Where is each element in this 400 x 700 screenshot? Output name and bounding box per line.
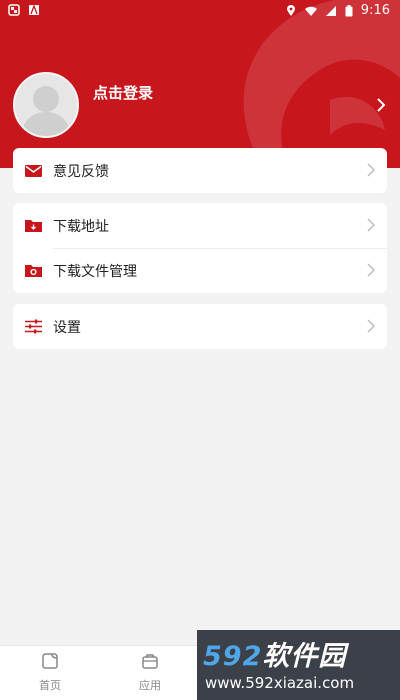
settings-card: 设置 (13, 304, 387, 349)
chevron-right-icon[interactable] (376, 97, 386, 113)
site-watermark: 592软件园 www.592xiazai.com (197, 630, 400, 700)
location-icon (286, 4, 295, 16)
menu-item-settings[interactable]: 设置 (13, 304, 387, 349)
profile-header: 点击登录 (0, 0, 400, 168)
login-link[interactable]: 点击登录 (93, 82, 153, 103)
app-bag-icon (142, 654, 158, 669)
signal-icon (325, 5, 336, 16)
watermark-url: www.592xiazai.com (205, 674, 355, 692)
menu-label-download-manager: 下载文件管理 (53, 263, 137, 280)
app-icon (8, 4, 20, 16)
menu-item-download-manager[interactable]: 下载文件管理 (13, 248, 387, 293)
chevron-right-icon (367, 163, 375, 177)
menu-item-download-address[interactable]: 下载地址 (13, 203, 387, 249)
watermark-logo-text: 软件园 (262, 641, 347, 672)
logo-watermark-graphic (243, 0, 400, 168)
default-user-icon (21, 86, 71, 136)
watermark-logo: 592软件园 (203, 634, 346, 673)
menu-label-feedback: 意见反馈 (53, 163, 109, 180)
menu-item-feedback[interactable]: 意见反馈 (13, 148, 387, 193)
chevron-right-icon (367, 319, 375, 333)
download-card: 下载地址 下载文件管理 (13, 203, 387, 293)
home-icon (42, 653, 58, 669)
menu-label-download-address: 下载地址 (53, 218, 109, 235)
chevron-right-icon (367, 263, 375, 277)
tab-home-label: 首页 (39, 679, 61, 692)
avatar[interactable] (13, 72, 79, 138)
watermark-logo-number: 592 (203, 641, 263, 672)
battery-icon (345, 4, 353, 16)
tab-home[interactable]: 首页 (20, 652, 80, 693)
font-icon (29, 4, 39, 15)
menu-label-settings: 设置 (53, 319, 81, 336)
status-bar: 9:16 (0, 0, 400, 22)
chevron-right-icon (367, 218, 375, 232)
wifi-icon (304, 6, 317, 16)
folder-download-icon (25, 220, 42, 232)
sliders-icon (25, 319, 42, 334)
tab-apps-label: 应用 (139, 679, 161, 692)
mail-icon (25, 165, 42, 177)
feedback-card: 意见反馈 (13, 148, 387, 193)
status-time: 9:16 (360, 3, 390, 18)
folder-settings-icon (25, 265, 42, 277)
tab-apps[interactable]: 应用 (120, 652, 180, 693)
